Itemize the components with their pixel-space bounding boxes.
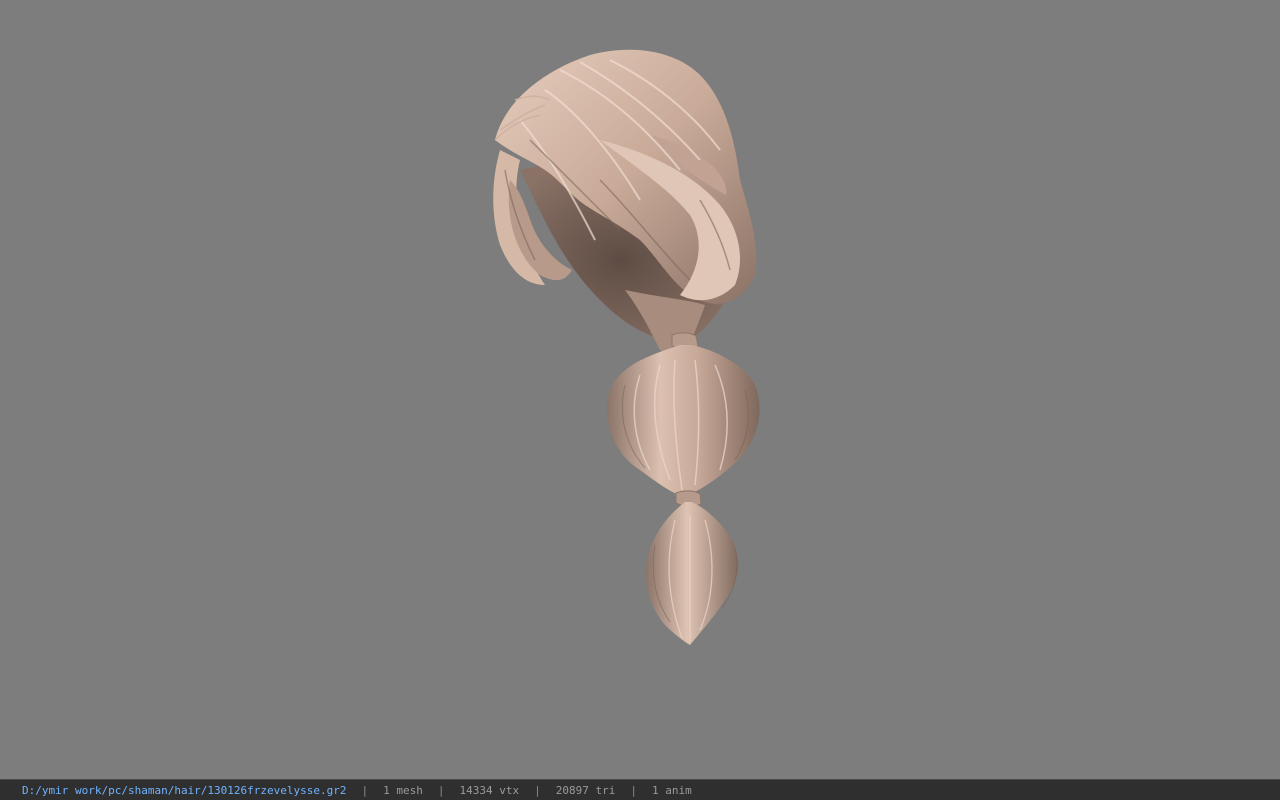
anim-count: 1 anim [651,783,692,797]
status-bar: D:/ymir work/pc/shaman/hair/130126frzeve… [0,779,1280,800]
triangle-count: 20897 tri [555,783,616,797]
file-path: D:/ymir work/pc/shaman/hair/130126frzeve… [22,783,347,797]
status-separator: | [630,783,637,797]
vertex-count: 14334 vtx [459,783,520,797]
mesh-count: 1 mesh [383,783,423,797]
3d-viewport[interactable] [0,0,1280,779]
status-separator: | [361,783,369,797]
status-separator: | [534,783,541,797]
hair-mesh-icon[interactable] [0,0,1280,779]
ponytail-bubble-2 [645,502,739,645]
status-separator: | [437,783,445,797]
ponytail-bubble-1 [606,345,760,497]
